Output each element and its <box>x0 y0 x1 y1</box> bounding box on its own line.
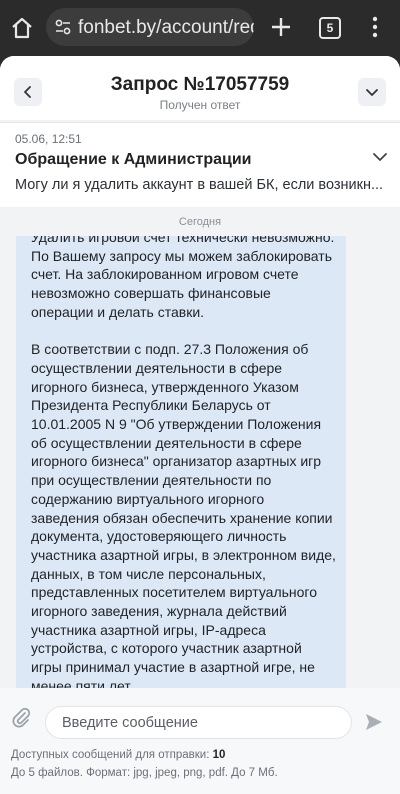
attachment-hint: До 5 файлов. Формат: jpg, jpeg, png, pdf… <box>11 767 278 779</box>
tab-switcher-icon[interactable]: 5 <box>319 17 341 39</box>
more-vert-icon[interactable] <box>370 16 380 38</box>
quota-value: 10 <box>212 749 226 761</box>
request-header: Запрос №17057759 Получен ответ <box>0 56 400 120</box>
message-composer: Доступных сообщений для отправки: 10 До … <box>0 688 400 794</box>
ticket-summary[interactable]: 05.06, 12:51 Обращение к Администрации М… <box>0 122 400 207</box>
message-input[interactable] <box>45 706 352 739</box>
messages-quota: Доступных сообщений для отправки: 10 <box>11 749 225 761</box>
tune-icon[interactable] <box>54 18 72 36</box>
browser-toolbar: fonbet.by/account/requ 5 <box>0 0 400 56</box>
message-text: Удалить игровой счет технически невозмож… <box>31 236 336 688</box>
status-text: Получен ответ <box>159 98 241 112</box>
ticket-subject: Обращение к Администрации <box>15 151 252 168</box>
request-page: Запрос №17057759 Получен ответ 05.06, 12… <box>0 56 400 794</box>
day-separator: Сегодня <box>178 216 222 228</box>
home-icon[interactable] <box>10 16 34 40</box>
chevron-down-icon[interactable] <box>370 147 390 167</box>
url-text: fonbet.by/account/requ <box>78 17 254 38</box>
send-icon[interactable] <box>364 712 384 732</box>
chevron-down-icon <box>366 89 378 96</box>
expand-button[interactable] <box>358 78 386 106</box>
message-paragraph: Удалить игровой счет технически невозмож… <box>31 236 335 320</box>
ticket-date: 05.06, 12:51 <box>15 132 82 146</box>
message-paragraph: В соответствии с подп. 27.3 Положения об… <box>31 341 336 688</box>
plus-icon[interactable] <box>270 16 292 38</box>
address-bar[interactable]: fonbet.by/account/requ <box>46 8 254 46</box>
paperclip-icon[interactable] <box>11 707 31 729</box>
ticket-preview: Могу ли я удалить аккаунт в вашей БК, ес… <box>15 177 384 193</box>
page-title: Запрос №17057759 <box>110 74 290 95</box>
quota-label: Доступных сообщений для отправки: <box>11 749 210 761</box>
message-bubble: Удалить игровой счет технически невозмож… <box>16 236 346 688</box>
